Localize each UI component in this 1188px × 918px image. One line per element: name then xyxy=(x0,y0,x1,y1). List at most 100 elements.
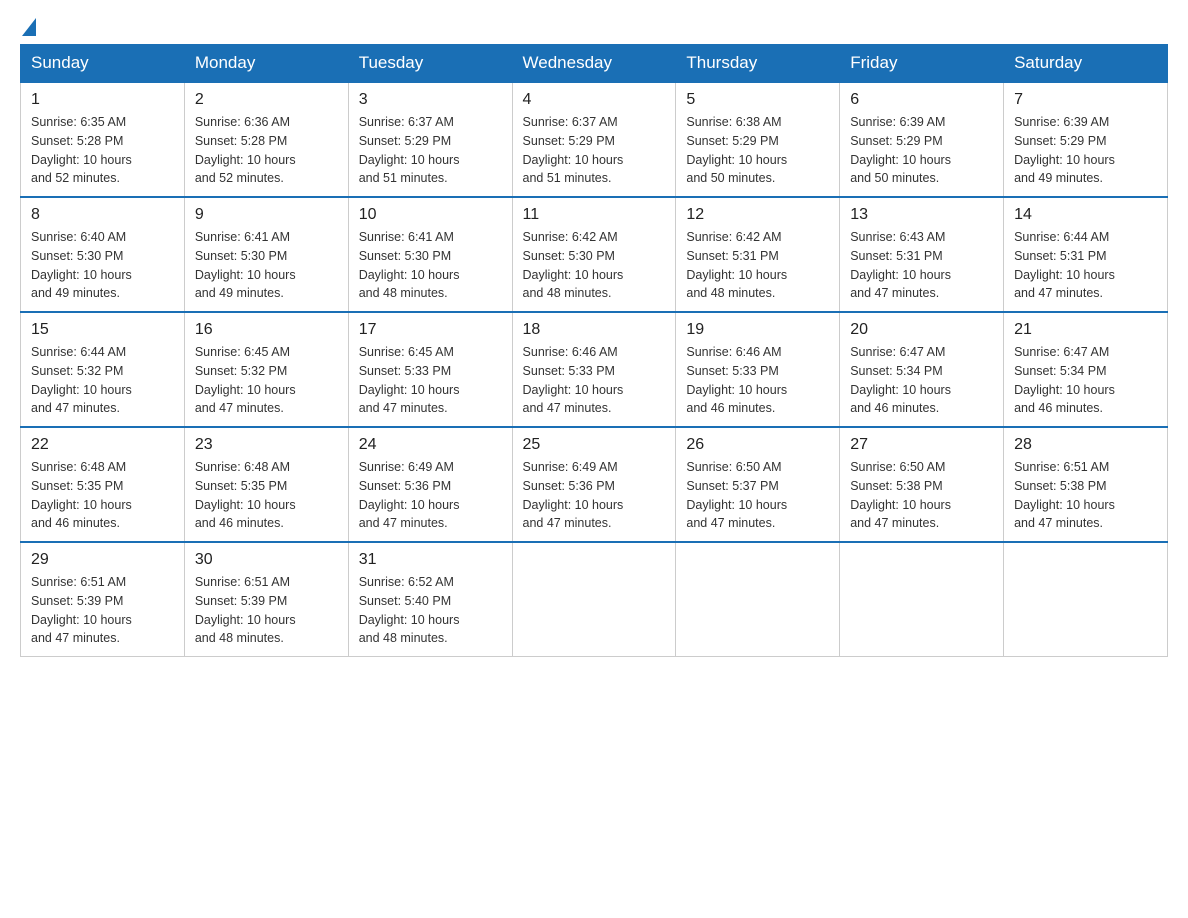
calendar-day-cell: 6 Sunrise: 6:39 AM Sunset: 5:29 PM Dayli… xyxy=(840,82,1004,197)
calendar-day-cell: 21 Sunrise: 6:47 AM Sunset: 5:34 PM Dayl… xyxy=(1004,312,1168,427)
calendar-week-row: 1 Sunrise: 6:35 AM Sunset: 5:28 PM Dayli… xyxy=(21,82,1168,197)
day-info: Sunrise: 6:50 AM Sunset: 5:38 PM Dayligh… xyxy=(850,458,993,533)
calendar-day-cell: 25 Sunrise: 6:49 AM Sunset: 5:36 PM Dayl… xyxy=(512,427,676,542)
day-number: 27 xyxy=(850,436,993,454)
day-number: 14 xyxy=(1014,206,1157,224)
day-info: Sunrise: 6:48 AM Sunset: 5:35 PM Dayligh… xyxy=(195,458,338,533)
day-number: 4 xyxy=(523,91,666,109)
day-number: 22 xyxy=(31,436,174,454)
day-number: 6 xyxy=(850,91,993,109)
calendar-day-cell: 29 Sunrise: 6:51 AM Sunset: 5:39 PM Dayl… xyxy=(21,542,185,657)
day-info: Sunrise: 6:51 AM Sunset: 5:38 PM Dayligh… xyxy=(1014,458,1157,533)
calendar-day-cell: 16 Sunrise: 6:45 AM Sunset: 5:32 PM Dayl… xyxy=(184,312,348,427)
day-info: Sunrise: 6:47 AM Sunset: 5:34 PM Dayligh… xyxy=(850,343,993,418)
day-info: Sunrise: 6:41 AM Sunset: 5:30 PM Dayligh… xyxy=(195,228,338,303)
day-number: 7 xyxy=(1014,91,1157,109)
day-number: 20 xyxy=(850,321,993,339)
day-number: 31 xyxy=(359,551,502,569)
calendar-day-cell: 5 Sunrise: 6:38 AM Sunset: 5:29 PM Dayli… xyxy=(676,82,840,197)
calendar-day-cell: 14 Sunrise: 6:44 AM Sunset: 5:31 PM Dayl… xyxy=(1004,197,1168,312)
calendar-header-friday: Friday xyxy=(840,45,1004,83)
calendar-day-cell: 3 Sunrise: 6:37 AM Sunset: 5:29 PM Dayli… xyxy=(348,82,512,197)
calendar-day-cell xyxy=(676,542,840,657)
calendar-week-row: 29 Sunrise: 6:51 AM Sunset: 5:39 PM Dayl… xyxy=(21,542,1168,657)
day-info: Sunrise: 6:44 AM Sunset: 5:31 PM Dayligh… xyxy=(1014,228,1157,303)
day-number: 16 xyxy=(195,321,338,339)
calendar-day-cell: 11 Sunrise: 6:42 AM Sunset: 5:30 PM Dayl… xyxy=(512,197,676,312)
calendar-day-cell: 12 Sunrise: 6:42 AM Sunset: 5:31 PM Dayl… xyxy=(676,197,840,312)
day-info: Sunrise: 6:37 AM Sunset: 5:29 PM Dayligh… xyxy=(359,113,502,188)
day-number: 17 xyxy=(359,321,502,339)
day-info: Sunrise: 6:36 AM Sunset: 5:28 PM Dayligh… xyxy=(195,113,338,188)
calendar-day-cell: 8 Sunrise: 6:40 AM Sunset: 5:30 PM Dayli… xyxy=(21,197,185,312)
calendar-day-cell xyxy=(840,542,1004,657)
day-info: Sunrise: 6:39 AM Sunset: 5:29 PM Dayligh… xyxy=(1014,113,1157,188)
day-info: Sunrise: 6:48 AM Sunset: 5:35 PM Dayligh… xyxy=(31,458,174,533)
day-info: Sunrise: 6:44 AM Sunset: 5:32 PM Dayligh… xyxy=(31,343,174,418)
calendar-table: SundayMondayTuesdayWednesdayThursdayFrid… xyxy=(20,44,1168,657)
day-info: Sunrise: 6:45 AM Sunset: 5:33 PM Dayligh… xyxy=(359,343,502,418)
calendar-day-cell: 4 Sunrise: 6:37 AM Sunset: 5:29 PM Dayli… xyxy=(512,82,676,197)
day-info: Sunrise: 6:35 AM Sunset: 5:28 PM Dayligh… xyxy=(31,113,174,188)
calendar-header-sunday: Sunday xyxy=(21,45,185,83)
calendar-day-cell: 30 Sunrise: 6:51 AM Sunset: 5:39 PM Dayl… xyxy=(184,542,348,657)
day-info: Sunrise: 6:51 AM Sunset: 5:39 PM Dayligh… xyxy=(31,573,174,648)
day-number: 2 xyxy=(195,91,338,109)
day-number: 10 xyxy=(359,206,502,224)
calendar-day-cell: 28 Sunrise: 6:51 AM Sunset: 5:38 PM Dayl… xyxy=(1004,427,1168,542)
day-number: 29 xyxy=(31,551,174,569)
page-header xyxy=(20,20,1168,34)
day-info: Sunrise: 6:39 AM Sunset: 5:29 PM Dayligh… xyxy=(850,113,993,188)
day-number: 3 xyxy=(359,91,502,109)
day-number: 8 xyxy=(31,206,174,224)
day-number: 30 xyxy=(195,551,338,569)
day-number: 13 xyxy=(850,206,993,224)
day-number: 19 xyxy=(686,321,829,339)
day-number: 21 xyxy=(1014,321,1157,339)
day-info: Sunrise: 6:38 AM Sunset: 5:29 PM Dayligh… xyxy=(686,113,829,188)
day-number: 11 xyxy=(523,206,666,224)
calendar-day-cell: 18 Sunrise: 6:46 AM Sunset: 5:33 PM Dayl… xyxy=(512,312,676,427)
day-info: Sunrise: 6:41 AM Sunset: 5:30 PM Dayligh… xyxy=(359,228,502,303)
calendar-week-row: 15 Sunrise: 6:44 AM Sunset: 5:32 PM Dayl… xyxy=(21,312,1168,427)
calendar-week-row: 8 Sunrise: 6:40 AM Sunset: 5:30 PM Dayli… xyxy=(21,197,1168,312)
day-number: 1 xyxy=(31,91,174,109)
day-info: Sunrise: 6:37 AM Sunset: 5:29 PM Dayligh… xyxy=(523,113,666,188)
calendar-header-saturday: Saturday xyxy=(1004,45,1168,83)
day-info: Sunrise: 6:46 AM Sunset: 5:33 PM Dayligh… xyxy=(523,343,666,418)
day-number: 18 xyxy=(523,321,666,339)
calendar-day-cell: 20 Sunrise: 6:47 AM Sunset: 5:34 PM Dayl… xyxy=(840,312,1004,427)
calendar-day-cell: 9 Sunrise: 6:41 AM Sunset: 5:30 PM Dayli… xyxy=(184,197,348,312)
day-info: Sunrise: 6:45 AM Sunset: 5:32 PM Dayligh… xyxy=(195,343,338,418)
calendar-day-cell: 2 Sunrise: 6:36 AM Sunset: 5:28 PM Dayli… xyxy=(184,82,348,197)
day-number: 9 xyxy=(195,206,338,224)
calendar-day-cell: 23 Sunrise: 6:48 AM Sunset: 5:35 PM Dayl… xyxy=(184,427,348,542)
calendar-day-cell: 24 Sunrise: 6:49 AM Sunset: 5:36 PM Dayl… xyxy=(348,427,512,542)
day-number: 15 xyxy=(31,321,174,339)
day-number: 25 xyxy=(523,436,666,454)
logo-triangle-icon xyxy=(22,18,36,36)
calendar-day-cell: 26 Sunrise: 6:50 AM Sunset: 5:37 PM Dayl… xyxy=(676,427,840,542)
calendar-header-wednesday: Wednesday xyxy=(512,45,676,83)
day-info: Sunrise: 6:50 AM Sunset: 5:37 PM Dayligh… xyxy=(686,458,829,533)
day-info: Sunrise: 6:40 AM Sunset: 5:30 PM Dayligh… xyxy=(31,228,174,303)
day-number: 12 xyxy=(686,206,829,224)
calendar-day-cell: 22 Sunrise: 6:48 AM Sunset: 5:35 PM Dayl… xyxy=(21,427,185,542)
logo-text xyxy=(20,20,38,38)
calendar-day-cell: 27 Sunrise: 6:50 AM Sunset: 5:38 PM Dayl… xyxy=(840,427,1004,542)
day-info: Sunrise: 6:51 AM Sunset: 5:39 PM Dayligh… xyxy=(195,573,338,648)
calendar-day-cell xyxy=(512,542,676,657)
logo xyxy=(20,20,38,34)
calendar-day-cell: 31 Sunrise: 6:52 AM Sunset: 5:40 PM Dayl… xyxy=(348,542,512,657)
day-info: Sunrise: 6:52 AM Sunset: 5:40 PM Dayligh… xyxy=(359,573,502,648)
day-number: 24 xyxy=(359,436,502,454)
calendar-header-tuesday: Tuesday xyxy=(348,45,512,83)
day-number: 28 xyxy=(1014,436,1157,454)
day-info: Sunrise: 6:42 AM Sunset: 5:30 PM Dayligh… xyxy=(523,228,666,303)
day-info: Sunrise: 6:46 AM Sunset: 5:33 PM Dayligh… xyxy=(686,343,829,418)
calendar-day-cell: 15 Sunrise: 6:44 AM Sunset: 5:32 PM Dayl… xyxy=(21,312,185,427)
calendar-day-cell: 13 Sunrise: 6:43 AM Sunset: 5:31 PM Dayl… xyxy=(840,197,1004,312)
day-info: Sunrise: 6:47 AM Sunset: 5:34 PM Dayligh… xyxy=(1014,343,1157,418)
calendar-header-monday: Monday xyxy=(184,45,348,83)
calendar-day-cell: 10 Sunrise: 6:41 AM Sunset: 5:30 PM Dayl… xyxy=(348,197,512,312)
